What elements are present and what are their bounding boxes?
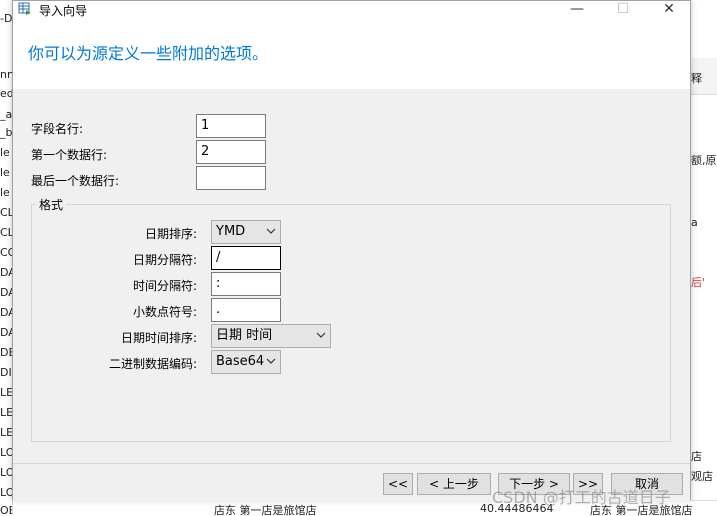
background-text: 后'	[691, 276, 706, 289]
dialog-title: 导入向导	[39, 4, 88, 18]
title-bar[interactable]: 导入向导 — ☐ ✕	[13, 1, 690, 19]
date-separator-input[interactable]: /	[211, 246, 281, 270]
background-text: 释	[691, 72, 702, 85]
date-separator-label: 日期分隔符:	[133, 253, 198, 267]
background-cell: 店东 第一店是旅馆店	[214, 504, 317, 516]
first-step-button[interactable]: <<	[383, 473, 413, 495]
import-wizard-icon	[18, 2, 31, 15]
first-data-row-input[interactable]: 2	[196, 140, 266, 164]
import-wizard-dialog: 导入向导 — ☐ ✕ 你可以为源定义一些附加的选项。 字段名行: 1 第一个数据…	[12, 0, 691, 502]
background-text: 额,原	[691, 154, 717, 167]
wizard-header: 你可以为源定义一些附加的选项。	[13, 19, 690, 90]
datetime-order-value: 日期 时间	[216, 328, 273, 343]
datetime-order-select[interactable]: 日期 时间	[211, 324, 331, 348]
last-data-row-input[interactable]	[196, 166, 266, 190]
first-data-row-label: 第一个数据行:	[31, 148, 108, 162]
format-group	[31, 204, 671, 442]
chevron-down-icon	[266, 358, 276, 364]
date-order-label: 日期排序:	[145, 227, 198, 241]
previous-button[interactable]: < 上一步	[417, 473, 491, 495]
wizard-instruction: 你可以为源定义一些附加的选项。	[28, 44, 269, 63]
wizard-body: 字段名行: 1 第一个数据行: 2 最后一个数据行: 格式 日期排序: YMD …	[13, 89, 690, 463]
chevron-down-icon	[316, 332, 326, 338]
background-right-panel: 释额,原 a 后' 店观店	[691, 0, 717, 515]
background-text: a	[691, 216, 698, 229]
field-name-row-label: 字段名行:	[31, 122, 84, 136]
close-button[interactable]: ✕	[646, 1, 692, 19]
watermark: CSDN @打工的古道日子	[492, 488, 671, 507]
background-text: 店	[691, 450, 702, 463]
format-group-title: 格式	[36, 196, 67, 213]
maximize-button[interactable]: ☐	[600, 1, 646, 19]
date-order-value: YMD	[216, 224, 246, 239]
time-separator-input[interactable]: :	[211, 272, 281, 296]
binary-encoding-value: Base64	[216, 354, 265, 369]
binary-encoding-label: 二进制数据编码:	[109, 357, 198, 371]
date-order-select[interactable]: YMD	[211, 220, 281, 244]
chevron-down-icon	[266, 228, 276, 234]
last-data-row-label: 最后一个数据行:	[31, 174, 120, 188]
field-name-row-input[interactable]: 1	[196, 114, 266, 138]
minimize-button[interactable]: —	[554, 1, 600, 19]
binary-encoding-select[interactable]: Base64	[211, 350, 281, 374]
decimal-symbol-input[interactable]: .	[211, 298, 281, 322]
background-list-item: OB_LOCK	[0, 504, 12, 515]
decimal-symbol-label: 小数点符号:	[133, 305, 198, 319]
datetime-order-label: 日期时间排序:	[121, 331, 198, 345]
time-separator-label: 时间分隔符:	[133, 279, 198, 293]
background-text: 观店	[691, 470, 713, 483]
